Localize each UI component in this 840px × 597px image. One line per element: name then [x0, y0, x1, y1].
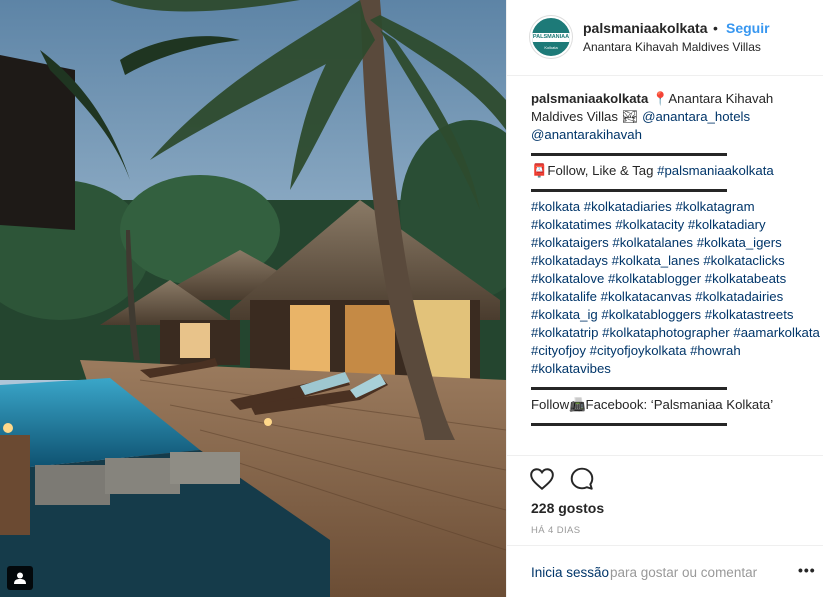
- fb-prefix: Follow: [531, 397, 570, 412]
- header-username[interactable]: palsmaniaakolkata: [583, 20, 708, 36]
- post-header: PALSMANIAA Kolkata palsmaniaakolkata • S…: [507, 0, 823, 76]
- follow-like-tag-text: Follow, Like & Tag: [547, 163, 654, 178]
- divider-line: [531, 378, 821, 396]
- post-caption: palsmaniaakolkata 📍Anantara Kihavah Mald…: [531, 90, 821, 432]
- hashtag-link[interactable]: #kolkataphotographer: [602, 325, 730, 340]
- hashtag-link[interactable]: #kolkatabeats: [705, 271, 786, 286]
- person-silhouette-icon: [14, 572, 26, 584]
- person-tag-icon[interactable]: [7, 566, 33, 590]
- login-prompt-text: para gostar ou comentar: [610, 565, 758, 580]
- hashtag-link[interactable]: #kolkatagram: [675, 199, 754, 214]
- heart-icon[interactable]: [529, 466, 555, 492]
- avatar[interactable]: PALSMANIAA Kolkata: [530, 16, 572, 58]
- location-link[interactable]: Anantara Kihavah Maldives Villas: [583, 40, 761, 54]
- comment-bubble-icon[interactable]: [569, 466, 595, 492]
- hashtag-link[interactable]: #aamarkolkata: [733, 325, 820, 340]
- hashtag-link[interactable]: #cityofjoy: [531, 343, 586, 358]
- more-options-button[interactable]: •••: [798, 562, 816, 578]
- hashtag-link[interactable]: #kolkataigers: [531, 235, 609, 250]
- hashtag-link[interactable]: #howrah: [690, 343, 741, 358]
- divider-line: [531, 180, 821, 198]
- comment-bar: Inicia sessão para gostar ou comentar ••…: [507, 545, 823, 597]
- hashtag-link[interactable]: #kolkata_lanes: [612, 253, 700, 268]
- caption-username[interactable]: palsmaniaakolkata: [531, 91, 648, 106]
- pin-icon: 📍: [651, 91, 669, 106]
- fax-emoji-icon: 📠: [569, 397, 586, 412]
- hashtag-link[interactable]: #kolkatalife: [531, 289, 597, 304]
- heart-outline-icon: [530, 468, 554, 491]
- divider-line: [531, 144, 821, 162]
- hashtag-link[interactable]: #kolkatablogger: [608, 271, 701, 286]
- hashtag-link[interactable]: #cityofjoykolkata: [590, 343, 687, 358]
- hashtag-link[interactable]: #kolkatadiary: [688, 217, 766, 232]
- hashtag-link[interactable]: #kolkatavibes: [531, 361, 611, 376]
- hashtag-link[interactable]: #kolkatalanes: [612, 235, 693, 250]
- header-separator: •: [713, 20, 718, 36]
- hashtag-link[interactable]: #kolkatalove: [531, 271, 604, 286]
- landscape-emoji-icon: 🏞: [621, 109, 639, 124]
- avatar-label: PALSMANIAA: [532, 34, 570, 40]
- divider-line: [531, 414, 821, 432]
- login-link[interactable]: Inicia sessão: [531, 565, 609, 580]
- hashtag-link[interactable]: #kolkatatimes: [531, 217, 612, 232]
- hashtag-link[interactable]: #kolkatastreets: [705, 307, 794, 322]
- hashtag-link[interactable]: #kolkatacity: [615, 217, 684, 232]
- hashtag-link[interactable]: #kolkatadays: [531, 253, 608, 268]
- post-sidebar: PALSMANIAA Kolkata palsmaniaakolkata • S…: [506, 0, 840, 597]
- mention-anantara-hotels[interactable]: @anantara_hotels: [642, 109, 750, 124]
- post-photo[interactable]: [0, 0, 506, 597]
- post-actions: 228 gostos HÁ 4 DIAS: [507, 455, 823, 545]
- hashtag-link[interactable]: #kolkatacanvas: [601, 289, 692, 304]
- hashtag-link[interactable]: #kolkatadiaries: [584, 199, 672, 214]
- hashtag-link[interactable]: #kolkata_igers: [697, 235, 782, 250]
- hashtag-link[interactable]: #kolkata: [531, 199, 580, 214]
- resort-photo-illustration: [0, 0, 506, 597]
- hashtag-link[interactable]: #kolkataclicks: [703, 253, 784, 268]
- comment-outline-icon: [570, 467, 594, 490]
- hashtag-link[interactable]: #kolkatabloggers: [601, 307, 701, 322]
- hashtag-link[interactable]: #kolkatatrip: [531, 325, 598, 340]
- hashtag-link[interactable]: #kolkata_ig: [531, 307, 598, 322]
- follow-button[interactable]: Seguir: [726, 20, 770, 36]
- post-time[interactable]: HÁ 4 DIAS: [531, 525, 581, 536]
- mention-anantarakihavah[interactable]: @anantarakihavah: [531, 127, 642, 142]
- hashtag-list: #kolkata #kolkatadiaries #kolkatagram #k…: [531, 199, 824, 376]
- likes-count[interactable]: 228 gostos: [531, 500, 604, 516]
- postbox-emoji-icon: 📮: [531, 163, 548, 178]
- instagram-post: PALSMANIAA Kolkata palsmaniaakolkata • S…: [0, 0, 840, 597]
- hashtag-link[interactable]: #kolkatadairies: [695, 289, 783, 304]
- facebook-text: Facebook: ‘Palsmaniaa Kolkata’: [585, 397, 774, 412]
- avatar-sublabel: Kolkata: [544, 45, 558, 50]
- hashtag-palsmaniaakolkata[interactable]: #palsmaniaakolkata: [657, 163, 774, 178]
